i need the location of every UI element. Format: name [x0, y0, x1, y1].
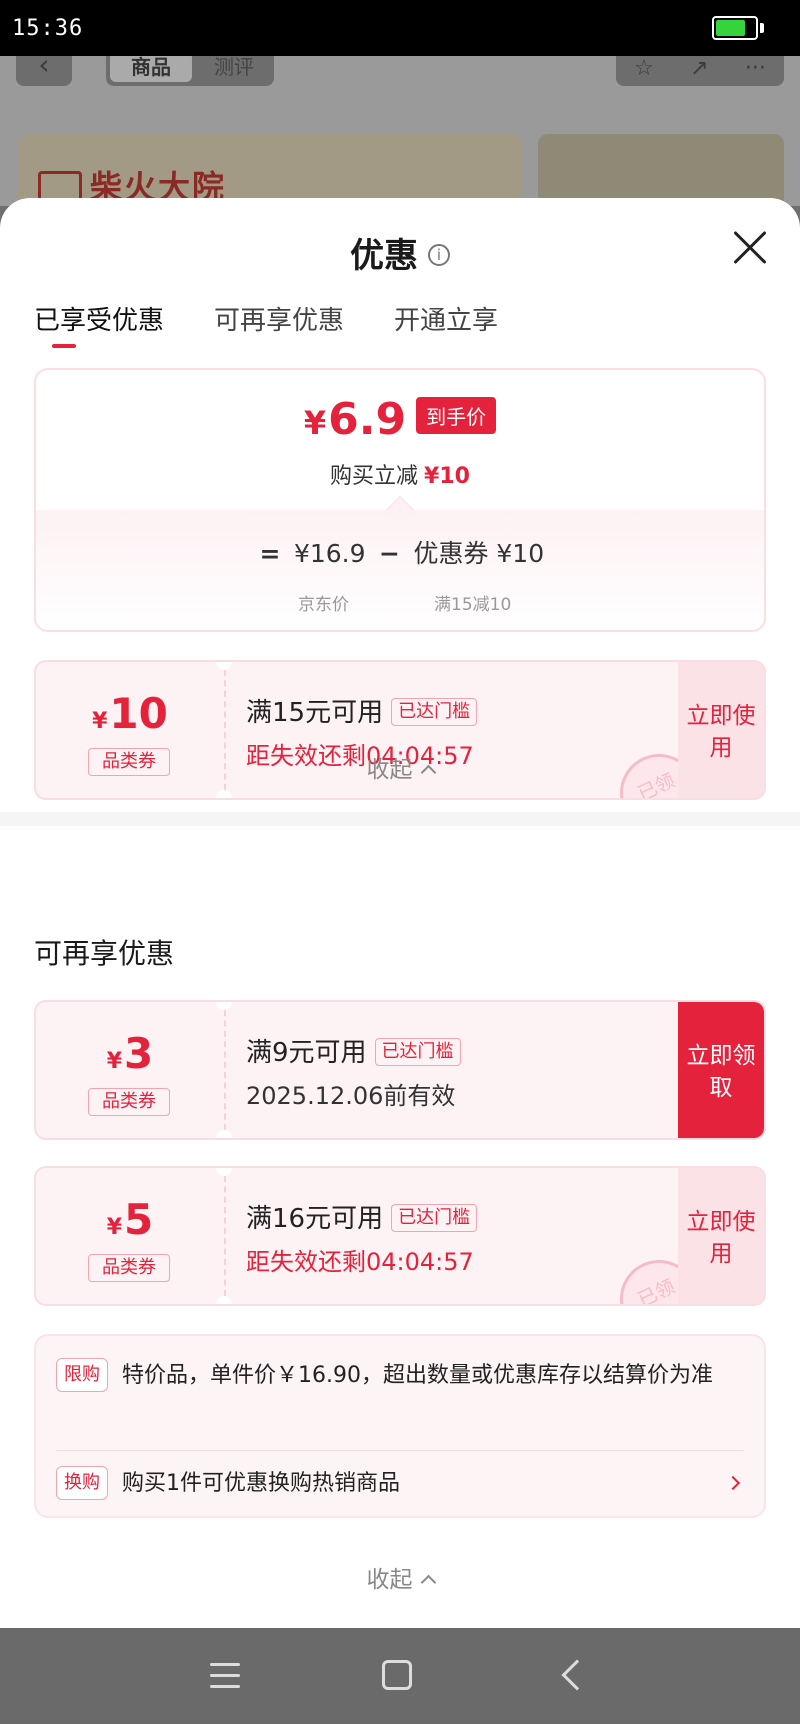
discount-sheet: 优惠 i 已享受优惠 可再享优惠 开通立享 ¥6.9 到手价 购买立减 ¥10 = ¥…: [0, 198, 800, 1628]
product-tabs: 商品 测评: [106, 56, 274, 86]
coupon-notch: [216, 662, 232, 670]
chevron-up-icon: [420, 1574, 436, 1591]
exchange-text: 购买1件可优惠换购热销商品: [122, 1471, 400, 1496]
collapse-label-2: 收起: [366, 1567, 413, 1593]
coupon-divider: [224, 1176, 226, 1296]
coupon-condition-row: 满9元可用 已达门槛: [246, 1032, 461, 1069]
minus-sign: −: [379, 539, 400, 568]
coupon-amount-value: 3: [124, 1029, 154, 1078]
claim-now-button[interactable]: 立即领取: [678, 1002, 764, 1138]
battery-tip: [760, 23, 764, 33]
tab-review: 测评: [214, 56, 254, 79]
coupon-condition: 满15元可用: [246, 698, 384, 728]
instant-discount-label: 购买立减: [330, 464, 419, 489]
coupon-card: ¥3 品类券 满9元可用 已达门槛 2025.12.06前有效 立即领取: [34, 1000, 766, 1140]
price-summary-card: ¥6.9 到手价 购买立减 ¥10 = ¥16.9 − 优惠券 ¥10 京东价 满15…: [34, 368, 766, 632]
coupon-countdown: 距失效还剩04:04:57: [246, 1248, 474, 1276]
threshold-badge: 已达门槛: [391, 1203, 478, 1232]
coupon-type: 品类券: [88, 1254, 170, 1282]
coupon-notch: [216, 1002, 232, 1010]
note-divider: [56, 1450, 744, 1451]
collapse-button[interactable]: 收起: [0, 750, 800, 784]
coupon-notch: [216, 1168, 232, 1176]
tab-open-membership[interactable]: 开通立享: [394, 300, 498, 337]
tab-goods: 商品: [110, 56, 192, 82]
threshold-badge: 已达门槛: [391, 697, 478, 726]
battery-level: [716, 20, 745, 36]
limit-text: 特价品，单件价￥16.90，超出数量或优惠库存以结算价为准: [122, 1363, 713, 1388]
jd-price-label: 京东价: [298, 595, 349, 615]
close-icon[interactable]: [732, 230, 768, 266]
coupon-notch: [216, 1130, 232, 1138]
collapse-button-2[interactable]: 收起: [0, 1560, 800, 1594]
chevron-up-icon: [420, 764, 436, 781]
battery-icon: [712, 16, 758, 40]
coupon-condition: 满16元可用: [246, 1204, 384, 1234]
purchase-notes: 限购 特价品，单件价￥16.90，超出数量或优惠库存以结算价为准 换购 购买1件…: [34, 1334, 766, 1518]
back-icon[interactable]: [561, 1659, 593, 1691]
coupon-yen: ¥: [92, 709, 108, 734]
collapse-label: 收起: [366, 757, 413, 783]
coupon-yen: ¥: [106, 1049, 123, 1074]
info-icon[interactable]: i: [428, 243, 450, 266]
note-limit: 限购 特价品，单件价￥16.90，超出数量或优惠库存以结算价为准: [56, 1358, 744, 1430]
formula-labels: 京东价 满15减10: [298, 590, 511, 615]
formula-line: = ¥16.9 − 优惠券 ¥10: [254, 534, 545, 570]
section-title-more: 可再享优惠: [34, 937, 175, 970]
coupon-condition-row: 满15元可用 已达门槛: [246, 692, 478, 729]
coupon-condition: 满9元可用: [246, 1038, 367, 1068]
section-divider: [0, 812, 800, 826]
jd-price: ¥16.9: [293, 539, 366, 568]
coupon-value: ¥3 品类券: [36, 1002, 224, 1138]
coupon-part: 优惠券 ¥10: [413, 539, 545, 568]
note-exchange[interactable]: 换购 购买1件可优惠换购热销商品: [56, 1466, 744, 1502]
coupon-divider: [224, 1010, 226, 1130]
coupon-amount: ¥5: [36, 1198, 224, 1250]
coupon-value: ¥5 品类券: [36, 1168, 224, 1304]
coupon-condition-row: 满16元可用 已达门槛: [246, 1198, 478, 1235]
coupon-amount: ¥10: [36, 692, 224, 744]
status-bar: 15:36: [0, 0, 800, 56]
final-price-value: 6.9: [328, 394, 407, 445]
coupon-yen: ¥: [106, 1215, 123, 1240]
discount-tabs: 已享受优惠 可再享优惠 开通立享: [34, 300, 498, 337]
menu-icon[interactable]: [210, 1663, 240, 1689]
coupon-amount: ¥3: [36, 1032, 224, 1084]
final-price-row: ¥6.9 到手价: [36, 394, 764, 445]
home-icon[interactable]: [382, 1660, 412, 1690]
status-time: 15:36: [12, 16, 84, 41]
system-nav-bar: [0, 1628, 800, 1724]
instant-discount-amount: ¥10: [424, 464, 470, 489]
threshold-badge: 已达门槛: [374, 1037, 461, 1066]
price-formula: = ¥16.9 − 优惠券 ¥10 京东价 满15减10: [36, 510, 764, 630]
star-icon: ☆: [634, 56, 654, 81]
coupon-amount-value: 5: [124, 1195, 154, 1244]
tab-indicator: [52, 344, 76, 348]
coupon-amount-value: 10: [109, 689, 168, 738]
equals-sign: =: [259, 539, 281, 568]
product-image: [538, 134, 784, 206]
instant-discount-row: 购买立减 ¥10: [36, 458, 764, 490]
coupon-card: ¥5 品类券 满16元可用 已达门槛 距失效还剩04:04:57 已领 立即使用: [34, 1166, 766, 1306]
exchange-badge: 换购: [56, 1466, 108, 1500]
final-price: ¥6.9: [304, 394, 406, 445]
coupon-notch: [216, 1296, 232, 1304]
back-button: ‹: [16, 56, 72, 86]
final-price-tag: 到手价: [416, 397, 497, 434]
product-actions: ☆ ↗ ···: [616, 56, 784, 86]
share-icon: ↗: [690, 56, 709, 81]
more-icon: ···: [744, 56, 766, 81]
tab-more-discounts[interactable]: 可再享优惠: [214, 300, 344, 337]
final-price-yen: ¥: [303, 404, 327, 442]
tab-enjoyed[interactable]: 已享受优惠: [34, 300, 164, 337]
coupon-validity: 2025.12.06前有效: [246, 1082, 456, 1110]
limit-badge: 限购: [56, 1358, 108, 1392]
coupon-notch: [216, 790, 232, 798]
sheet-title: 优惠 i: [0, 228, 800, 277]
coupon-type: 品类券: [88, 1088, 170, 1116]
sheet-title-text: 优惠: [350, 236, 418, 276]
background-product-page: ‹ 商品 测评 ☆ ↗ ··· 柴火大院: [0, 56, 800, 206]
coupon-part-label: 满15减10: [434, 595, 512, 615]
use-now-button[interactable]: 立即使用: [678, 1168, 764, 1304]
